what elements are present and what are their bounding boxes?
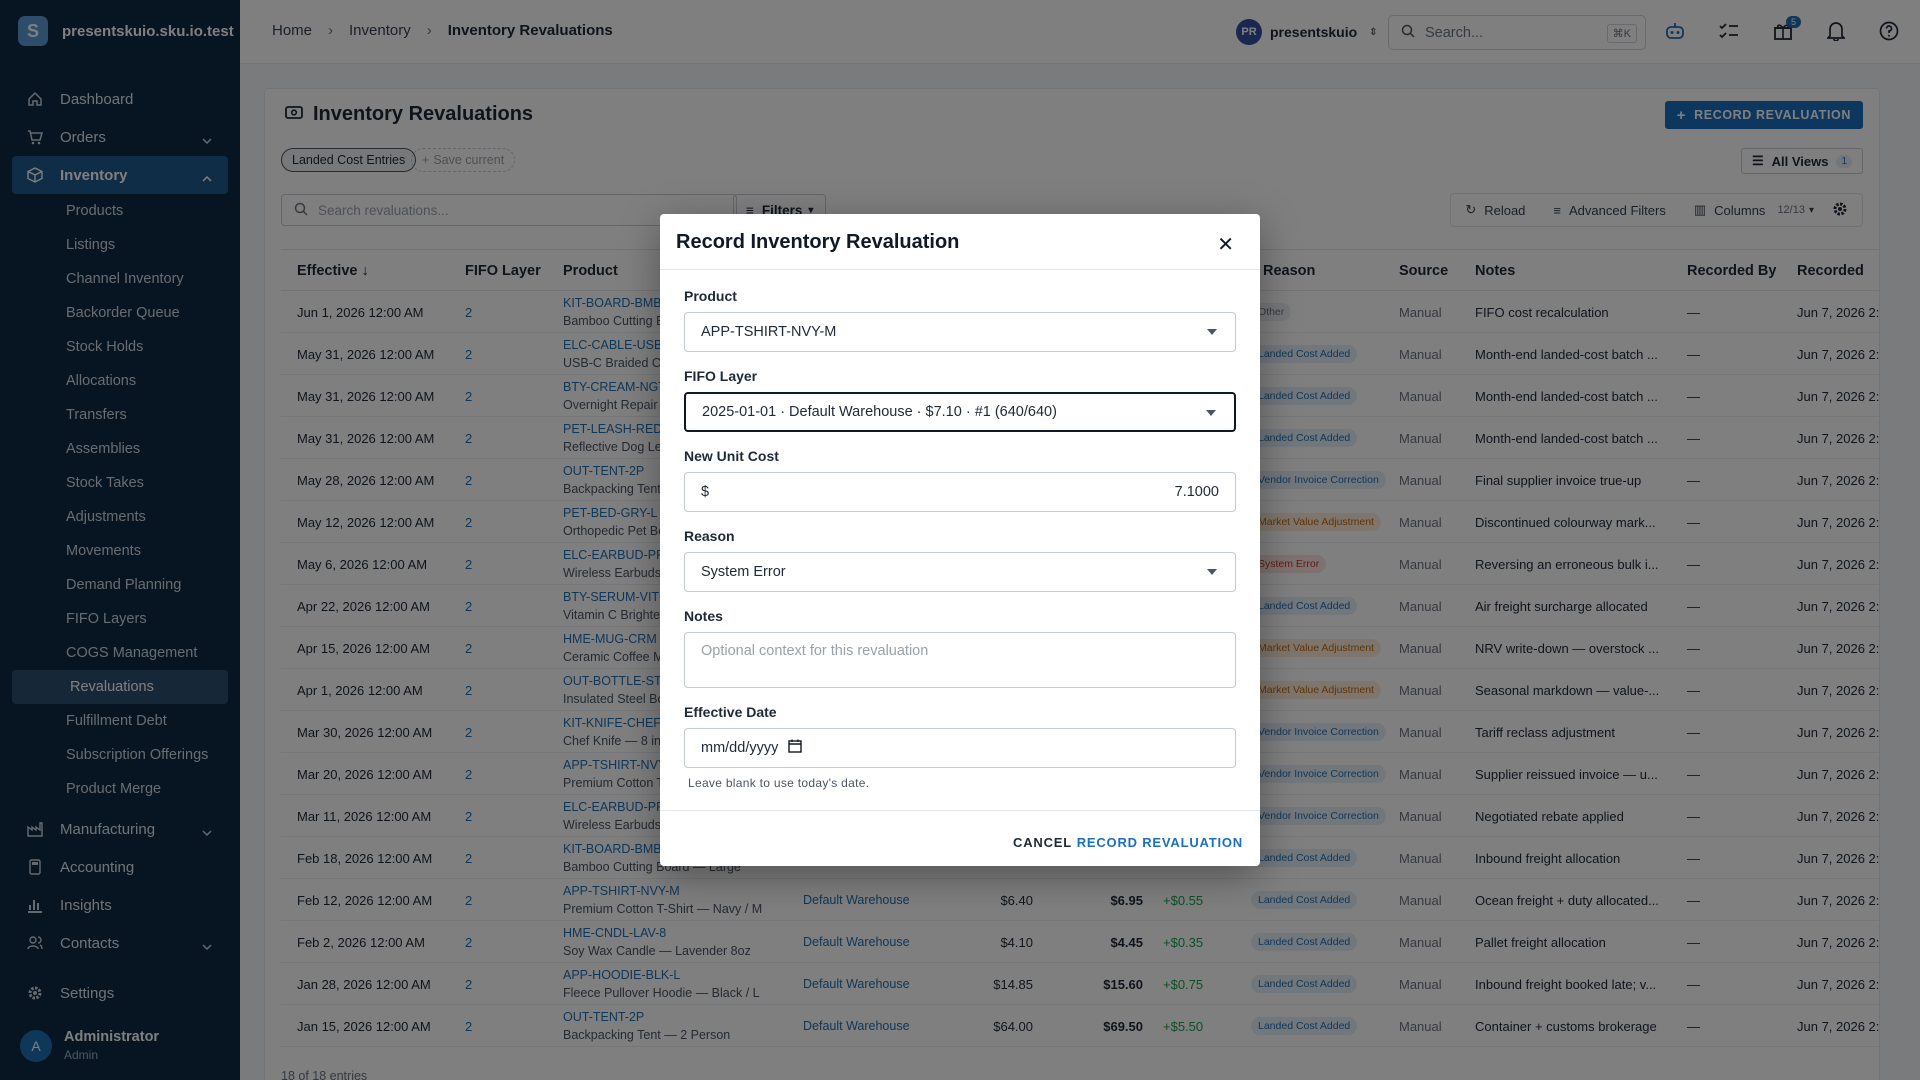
notes-textarea[interactable]: Optional context for this revaluation [684, 632, 1236, 688]
notes-label: Notes [684, 608, 723, 624]
reason-label: Reason [684, 528, 735, 544]
dialog-footer: CANCEL RECORD REVALUATION [660, 810, 1260, 866]
dialog-title: Record Inventory Revaluation [676, 231, 960, 253]
submit-revaluation-button[interactable]: RECORD REVALUATION [1077, 835, 1243, 850]
unit-cost-input[interactable]: $ 7.1000 [684, 472, 1236, 512]
unit-cost-label: New Unit Cost [684, 448, 779, 464]
notes-placeholder: Optional context for this revaluation [701, 643, 929, 659]
reason-value: System Error [701, 564, 786, 580]
date-placeholder: mm/dd/yyyy [701, 740, 779, 756]
reason-select[interactable]: System Error [684, 552, 1236, 592]
effective-date-label: Effective Date [684, 704, 777, 720]
dropdown-caret-icon [1207, 329, 1217, 335]
fifo-layer-select[interactable]: 2025-01-01 · Default Warehouse · $7.10 ·… [684, 392, 1236, 432]
fifo-layer-label: FIFO Layer [684, 368, 758, 384]
product-label: Product [684, 288, 737, 304]
calendar-icon[interactable] [788, 739, 803, 757]
product-select[interactable]: APP-TSHIRT-NVY-M [684, 312, 1236, 352]
dropdown-caret-icon [1207, 569, 1217, 575]
fifo-layer-value: 2025-01-01 · Default Warehouse · $7.10 ·… [702, 404, 1057, 420]
dropdown-caret-icon [1206, 410, 1216, 416]
product-value: APP-TSHIRT-NVY-M [701, 324, 837, 340]
effective-date-input[interactable]: mm/dd/yyyy [684, 728, 1236, 768]
unit-cost-value: 7.1000 [1174, 484, 1219, 500]
close-icon[interactable]: ✕ [1217, 232, 1234, 257]
dialog-header: Record Inventory Revaluation ✕ [660, 214, 1260, 270]
effective-date-hint: Leave blank to use today's date. [688, 776, 870, 790]
record-revaluation-dialog: Record Inventory Revaluation ✕ Product A… [660, 214, 1260, 866]
cancel-button[interactable]: CANCEL [1013, 835, 1072, 850]
currency-prefix: $ [701, 484, 710, 500]
